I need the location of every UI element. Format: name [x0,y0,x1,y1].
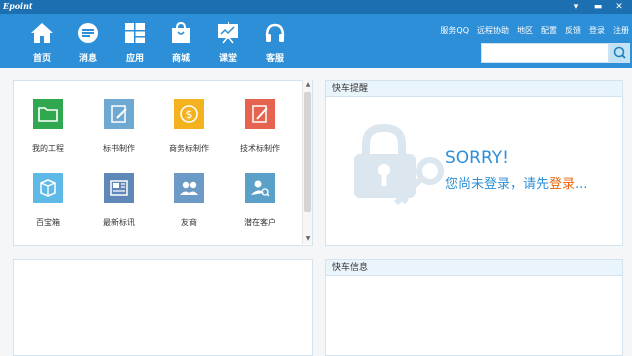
message-icon [78,23,98,43]
home-icon [31,23,53,43]
link-feedback[interactable]: 反馈 [565,25,581,37]
login-link[interactable]: 登录 [549,177,575,192]
pencil-document-icon [245,99,275,129]
nav-home-label: 首页 [32,54,51,64]
news-icon [104,173,134,203]
close-icon[interactable]: ✕ [611,0,627,14]
app-potential-customers[interactable]: 潜在客户 [230,173,290,233]
customer-search-icon [245,173,275,203]
info-panel: 快车信息 [325,259,623,356]
not-logged-in-message: 您尚未登录，请先登录... [445,173,587,192]
app-logo: Epoint [3,1,33,11]
search-button[interactable] [609,43,630,63]
minimize-icon[interactable]: ▬ [590,0,606,14]
app-label: 友商 [181,218,197,227]
top-links: 服务QQ 远程协助 地区 配置 反馈 登录 注册 [440,25,629,37]
nav-service-label: 客服 [265,54,284,64]
app-partners[interactable]: 友商 [159,173,219,233]
scroll-up-icon[interactable]: ▲ [303,80,313,90]
reminder-panel-title: 快车提醒 [326,81,622,97]
app-label: 潜在客户 [244,218,276,227]
svg-text:$: $ [186,108,193,121]
link-remote-assist[interactable]: 远程协助 [477,25,509,37]
scroll-down-icon[interactable]: ▼ [303,234,313,244]
app-grid-scrollbar[interactable]: ▲ ▼ [302,80,312,244]
nav-message[interactable]: 消息 [68,22,108,66]
nav-home[interactable]: 首页 [22,22,62,66]
bottom-left-panel [13,259,313,356]
nav-apps-label: 应用 [125,54,144,64]
app-bid-document[interactable]: 标书制作 [89,99,149,159]
app-toolbox[interactable]: 百宝箱 [18,173,78,233]
link-region[interactable]: 地区 [517,25,533,37]
search-icon [613,46,626,59]
shop-bag-icon [172,22,190,43]
app-grid-panel: 我的工程 标书制作 $ 商务标制作 技术标制作 百宝箱 最新标讯 友商 潜在客户 [13,80,313,246]
scroll-thumb[interactable] [304,92,311,212]
app-label: 百宝箱 [36,218,60,227]
title-bar: Epoint ▾ ▬ ✕ [0,0,632,14]
app-label: 技术标制作 [240,144,280,153]
link-login[interactable]: 登录 [589,25,605,37]
link-config[interactable]: 配置 [541,25,557,37]
info-panel-title: 快车信息 [326,260,622,276]
app-label: 商务标制作 [169,144,209,153]
link-register[interactable]: 注册 [613,25,629,37]
app-business-bid[interactable]: $ 商务标制作 [159,99,219,159]
not-logged-in-text: 您尚未登录，请先 [445,177,550,192]
search-input[interactable] [481,43,609,63]
folder-icon [33,99,63,129]
classroom-board-icon [218,22,238,44]
app-label: 标书制作 [103,144,135,153]
lock-key-icon [354,124,444,206]
app-my-project[interactable]: 我的工程 [18,99,78,159]
edit-document-icon [104,99,134,129]
nav-shop-label: 商城 [171,54,190,64]
toolbox-icon [33,173,63,203]
nav-classroom-label: 课堂 [218,54,237,64]
nav-shop[interactable]: 商城 [161,22,201,66]
app-technical-bid[interactable]: 技术标制作 [230,99,290,159]
apps-icon [125,23,145,43]
nav-apps[interactable]: 应用 [115,22,155,66]
dropdown-icon[interactable]: ▾ [568,0,584,14]
app-label: 最新标讯 [103,218,135,227]
nav-service[interactable]: 客服 [255,22,295,66]
nav-message-label: 消息 [78,54,97,64]
app-latest-bids[interactable]: 最新标讯 [89,173,149,233]
headset-icon [265,23,285,42]
ellipsis-text: ... [575,177,588,192]
partners-icon [174,173,204,203]
nav-classroom[interactable]: 课堂 [208,22,248,66]
sorry-text: SORRY! [445,148,509,168]
coin-icon: $ [174,99,204,129]
link-service-qq[interactable]: 服务QQ [440,25,469,37]
app-label: 我的工程 [32,144,64,153]
